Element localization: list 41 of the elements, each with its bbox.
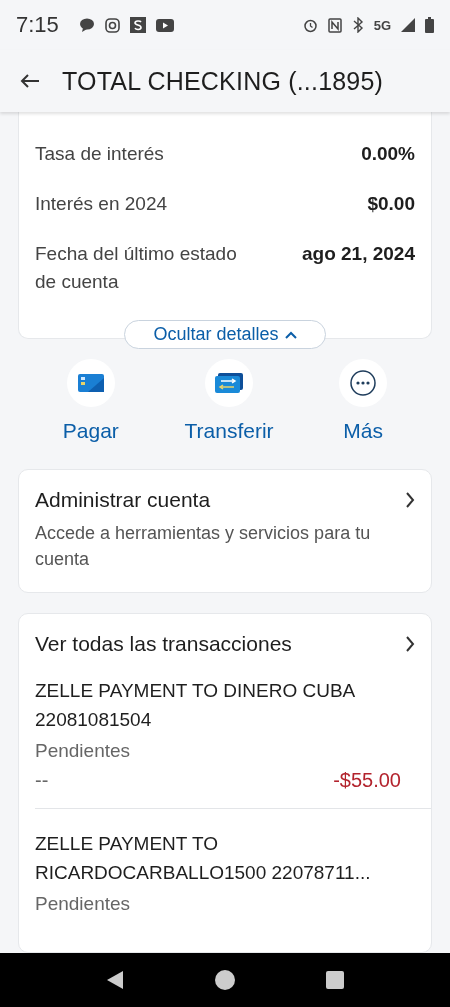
chevron-right-icon	[405, 492, 415, 508]
transaction-date: --	[35, 769, 49, 792]
chevron-right-icon	[405, 636, 415, 652]
card-icon	[77, 374, 104, 392]
page-title: TOTAL CHECKING (...1895)	[62, 66, 384, 96]
back-icon[interactable]	[105, 970, 124, 990]
home-icon[interactable]	[215, 970, 235, 990]
caret-up-icon	[284, 330, 297, 339]
transaction-status: Pendientes	[35, 739, 132, 763]
manage-account-card[interactable]: Administrar cuenta Accede a herramientas y servicios para tu cuenta	[18, 469, 432, 593]
action-button[interactable]: Transferir	[184, 359, 274, 443]
card-title[interactable]: Ver todas las transacciones	[35, 632, 292, 656]
nfc-icon	[327, 17, 342, 33]
battery-icon	[425, 17, 434, 33]
clock-time: 7:15	[16, 12, 59, 38]
detail-value: ago 21, 2024	[301, 242, 415, 266]
recents-icon[interactable]	[326, 971, 345, 989]
transfer-icon	[215, 373, 243, 393]
card-title: Administrar cuenta	[35, 488, 211, 512]
play-icon	[155, 18, 174, 32]
app-icon	[129, 17, 146, 33]
transaction-amount: -$55.00	[333, 769, 401, 792]
network-label: 5G	[373, 17, 391, 33]
signal-icon	[401, 18, 415, 32]
transaction-description: ZELLE PAYMENT TO DINERO CUBA 22081081504	[35, 679, 356, 732]
hide-details-button[interactable]: Ocultar detalles	[124, 320, 326, 349]
alarm-icon	[302, 17, 318, 33]
transaction-status: Pendientes	[35, 892, 132, 916]
card-description: Accede a herramientas y servicios para tu cuenta	[35, 522, 372, 571]
more-icon	[350, 370, 377, 396]
detail-value: $0.00	[367, 192, 415, 216]
detail-label: Interés en 2024	[35, 192, 168, 216]
bluetooth-icon	[351, 17, 364, 33]
transaction-description: ZELLE PAYMENT TO RICARDOCARBALLO1500 22078711...	[35, 832, 372, 885]
detail-label: Tasa de interés	[35, 142, 164, 166]
detail-label: Fecha del último estado de cuenta	[35, 242, 238, 294]
back-icon[interactable]	[20, 73, 40, 89]
camera-icon	[104, 17, 120, 33]
action-button[interactable]: Pagar	[62, 359, 119, 443]
message-icon	[78, 18, 95, 32]
detail-value: 0.00%	[361, 142, 415, 166]
